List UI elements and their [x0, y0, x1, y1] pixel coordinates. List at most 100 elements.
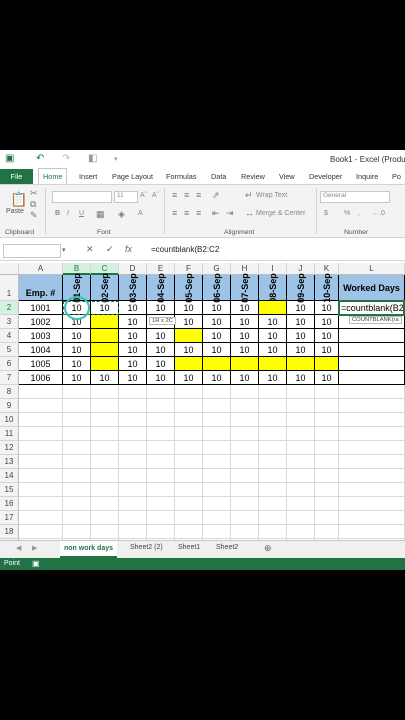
empty-cell[interactable]	[203, 497, 231, 511]
cell-value[interactable]: 10	[315, 329, 339, 343]
empty-cell[interactable]	[203, 441, 231, 455]
cell-value[interactable]	[287, 357, 315, 371]
cell-value[interactable]: 10	[175, 315, 203, 329]
column-header-a[interactable]: A	[19, 263, 63, 275]
empty-cell[interactable]	[19, 441, 63, 455]
empty-cell[interactable]	[287, 385, 315, 399]
empty-cell[interactable]	[203, 427, 231, 441]
tab-data[interactable]: Data	[211, 169, 226, 184]
empty-cell[interactable]	[259, 455, 287, 469]
cell-value[interactable]: 10	[147, 329, 175, 343]
cell-value[interactable]	[91, 315, 119, 329]
cell-value[interactable]: 10	[259, 343, 287, 357]
empty-cell[interactable]	[231, 497, 259, 511]
cell-value[interactable]: 10	[231, 329, 259, 343]
row-header-11[interactable]: 11	[0, 427, 19, 441]
tab-insert[interactable]: Insert	[79, 169, 97, 184]
empty-cell[interactable]	[119, 427, 147, 441]
empty-cell[interactable]	[175, 455, 203, 469]
empty-cell[interactable]	[315, 497, 339, 511]
empty-cell[interactable]	[339, 497, 405, 511]
cell-value[interactable]: 10	[315, 315, 339, 329]
cell-value[interactable]: 10	[63, 357, 91, 371]
empty-cell[interactable]	[63, 483, 91, 497]
row-header-15[interactable]: 15	[0, 483, 19, 497]
cell-value[interactable]: 10	[315, 371, 339, 385]
empty-cell[interactable]	[231, 511, 259, 525]
copy-icon[interactable]: ⧉	[30, 199, 36, 210]
empty-cell[interactable]	[147, 441, 175, 455]
empty-cell[interactable]	[147, 427, 175, 441]
empty-cell[interactable]	[339, 441, 405, 455]
empty-cell[interactable]	[231, 455, 259, 469]
cell-value[interactable]: 10	[119, 315, 147, 329]
empty-cell[interactable]	[259, 483, 287, 497]
grow-font-icon[interactable]: Aˆ	[140, 192, 147, 199]
empty-cell[interactable]	[91, 399, 119, 413]
header-date[interactable]: 07-Sep	[231, 273, 259, 302]
cell-value[interactable]: 10	[231, 343, 259, 357]
decimal-icon[interactable]: ←.0	[372, 210, 385, 217]
empty-cell[interactable]	[119, 385, 147, 399]
empty-cell[interactable]	[175, 413, 203, 427]
empty-cell[interactable]	[91, 497, 119, 511]
empty-cell[interactable]	[63, 385, 91, 399]
cell-value[interactable]: 10	[203, 315, 231, 329]
shrink-font-icon[interactable]: Aˇ	[152, 192, 159, 199]
empty-cell[interactable]	[19, 455, 63, 469]
header-date[interactable]: 08-Sep	[259, 273, 287, 302]
empty-cell[interactable]	[259, 511, 287, 525]
row-header-2[interactable]: 2	[0, 301, 19, 315]
empty-cell[interactable]	[259, 525, 287, 539]
empty-cell[interactable]	[19, 511, 63, 525]
row-header-10[interactable]: 10	[0, 413, 19, 427]
align-center-icon[interactable]: ≡	[184, 208, 189, 218]
cell-value[interactable]	[231, 357, 259, 371]
empty-cell[interactable]	[287, 497, 315, 511]
empty-cell[interactable]	[63, 497, 91, 511]
empty-cell[interactable]	[147, 455, 175, 469]
cancel-icon[interactable]: ✕	[86, 244, 94, 255]
name-box-dropdown-icon[interactable]: ▾	[62, 246, 66, 254]
empty-cell[interactable]	[259, 413, 287, 427]
redo-icon[interactable]: ↷	[62, 153, 70, 164]
cell-value[interactable]: 10	[175, 371, 203, 385]
empty-cell[interactable]	[175, 511, 203, 525]
empty-cell[interactable]	[339, 413, 405, 427]
empty-cell[interactable]	[175, 427, 203, 441]
cell-value[interactable]: 10	[231, 371, 259, 385]
empty-cell[interactable]	[175, 385, 203, 399]
sheet-tab-sheet2-2[interactable]: Sheet2 (2)	[130, 544, 163, 551]
empty-cell[interactable]	[339, 399, 405, 413]
empty-cell[interactable]	[19, 399, 63, 413]
tab-review[interactable]: Review	[241, 169, 265, 184]
sheet-tab-sheet2[interactable]: Sheet2	[216, 544, 238, 551]
empty-cell[interactable]	[339, 525, 405, 539]
comma-style-icon[interactable]: ‚	[358, 210, 360, 217]
empty-cell[interactable]	[119, 511, 147, 525]
empty-cell[interactable]	[91, 385, 119, 399]
cell-emp[interactable]: 1003	[19, 329, 63, 343]
cell-value[interactable]: 10	[203, 343, 231, 357]
tab-inquire[interactable]: Inquire	[356, 169, 378, 184]
empty-cell[interactable]	[231, 483, 259, 497]
wrap-text-icon[interactable]: ↵	[245, 190, 253, 201]
empty-cell[interactable]	[287, 441, 315, 455]
fill-color-icon[interactable]: ◈	[118, 209, 125, 220]
empty-cell[interactable]	[119, 441, 147, 455]
cell-value[interactable]: 10	[175, 343, 203, 357]
percent-button[interactable]: %	[344, 210, 350, 217]
cell-value[interactable]: 10	[315, 301, 339, 315]
empty-cell[interactable]	[315, 427, 339, 441]
empty-cell[interactable]	[119, 469, 147, 483]
empty-cell[interactable]	[287, 511, 315, 525]
cell-value[interactable]: 10	[119, 371, 147, 385]
font-color-icon[interactable]: A	[138, 210, 143, 217]
cell-value[interactable]	[315, 357, 339, 371]
cell-value[interactable]: 10	[287, 343, 315, 357]
empty-cell[interactable]	[315, 413, 339, 427]
cell-value[interactable]: 10	[63, 329, 91, 343]
cell-value[interactable]: 10	[315, 343, 339, 357]
empty-cell[interactable]	[147, 497, 175, 511]
header-date[interactable]: 09-Sep	[287, 273, 315, 302]
